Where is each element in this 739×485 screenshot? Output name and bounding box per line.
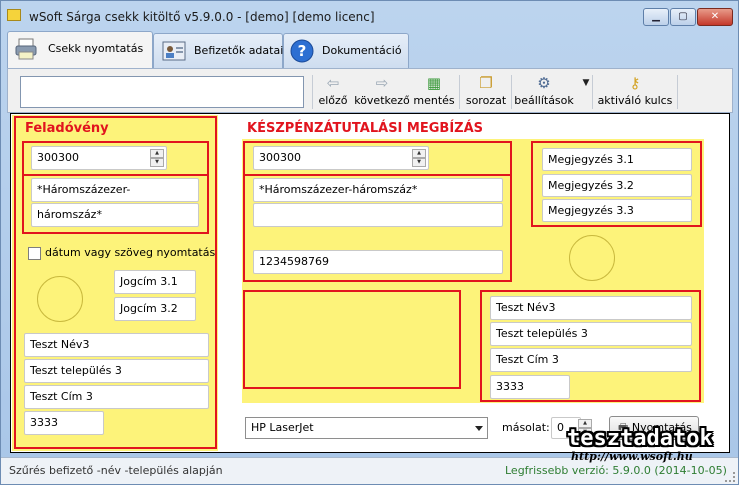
watermark-text: tesztadatok (567, 426, 713, 451)
contact-card-icon (162, 41, 186, 61)
toolbar-separator (312, 75, 313, 109)
printer-select[interactable]: HP LaserJet (245, 417, 488, 439)
tab-label: Befizetők adatai (194, 44, 284, 57)
sender-address-input[interactable]: Teszt Cím 3 (24, 385, 209, 409)
transfer-note-1[interactable]: Megjegyzés 3.1 (542, 148, 692, 171)
transfer-amount-text-line1[interactable]: *Háromszázezer-háromszáz* (253, 178, 503, 202)
search-input[interactable] (20, 76, 304, 108)
app-window: wSoft Sárga csekk kitöltő v5.9.0.0 - [de… (0, 0, 739, 485)
save-icon: ▦ (426, 74, 442, 92)
tab-label: Csekk nyomtatás (48, 42, 144, 55)
activation-key-button[interactable]: ⚷ aktiváló kulcs (595, 71, 675, 111)
sender-name-input[interactable]: Teszt Név3 (24, 333, 209, 357)
tab-befizetok-adatai[interactable]: Befizetők adatai (153, 33, 283, 69)
tab-csekk-nyomtatas[interactable]: Csekk nyomtatás (7, 31, 153, 69)
sender-amount-value: 300300 (37, 151, 79, 164)
tab-dokumentacio[interactable]: ? Dokumentáció (283, 33, 409, 69)
sender-jogcim-2[interactable]: Jogcím 3.2 (114, 297, 196, 321)
watermark-url: http://www.wsoft.hu (571, 450, 693, 463)
prev-label: előző (318, 94, 348, 107)
chevron-down-icon (475, 426, 483, 431)
transfer-note-3[interactable]: Megjegyzés 3.3 (542, 199, 692, 222)
toolbar: ⇦ előző ⇨ következő ▦ mentés ❐ sorozat ⚙… (7, 68, 733, 113)
activation-label: aktiváló kulcs (597, 94, 673, 107)
status-version-text[interactable]: Legfrissebb verzió: 5.9.0.0 (2014-10-05) (505, 464, 727, 477)
toolbar-separator (511, 75, 512, 109)
transfer-amount-value: 300300 (259, 151, 301, 164)
settings-button[interactable]: ⚙ beállítások (513, 71, 575, 111)
svg-text:?: ? (298, 42, 307, 60)
maximize-icon: ▢ (678, 11, 688, 22)
save-label: mentés (413, 94, 455, 107)
sender-amount-text-line2[interactable]: háromszáz* (31, 203, 199, 227)
transfer-name-input[interactable]: Teszt Név3 (490, 296, 692, 320)
key-icon: ⚷ (629, 74, 641, 92)
printer-select-value: HP LaserJet (251, 421, 314, 434)
window-title: wSoft Sárga csekk kitöltő v5.9.0.0 - [de… (29, 10, 375, 24)
stamp-circle (37, 276, 83, 322)
date-print-checkbox[interactable] (28, 247, 41, 260)
transfer-amount-input[interactable]: 300300 ▲ ▼ (253, 146, 429, 170)
sender-heading: Feladóvény (25, 121, 109, 136)
maximize-button[interactable]: ▢ (670, 8, 696, 26)
sender-jogcim-1[interactable]: Jogcím 3.1 (114, 270, 196, 294)
chevron-down-icon: ▼ (582, 78, 590, 88)
toolbar-separator (677, 75, 678, 109)
sender-zip-input[interactable]: 3333 (24, 411, 104, 435)
copy-pages-icon: ❐ (479, 74, 493, 92)
settings-label: beállítások (514, 94, 574, 107)
date-print-label: dátum vagy szöveg nyomtatás (45, 246, 216, 259)
transfer-zip-input[interactable]: 3333 (490, 375, 570, 399)
next-label: következő (354, 94, 410, 107)
transfer-amount-text-line2[interactable] (253, 203, 503, 227)
sender-amount-input[interactable]: 300300 ▲ ▼ (31, 146, 167, 170)
transfer-city-input[interactable]: Teszt település 3 (490, 322, 692, 346)
transfer-note-2[interactable]: Megjegyzés 3.2 (542, 174, 692, 197)
prev-button[interactable]: ⇦ előző (315, 71, 351, 111)
app-icon (7, 9, 21, 21)
check-preview-area: Feladóvény 300300 ▲ ▼ *Háromszázezer- hár… (10, 113, 730, 453)
toolbar-separator (459, 75, 460, 109)
transfer-stamp-circle (569, 235, 615, 281)
transfer-heading: KÉSZPÉNZÁTUTALÁSI MEGBÍZÁS (247, 121, 484, 136)
save-button[interactable]: ▦ mentés (413, 71, 455, 111)
minimize-button[interactable]: ▁ (643, 8, 669, 26)
toolbar-separator (592, 75, 593, 109)
copies-label: másolat: (502, 421, 550, 434)
transfer-account-input[interactable]: 1234598769 (253, 250, 503, 274)
close-icon: ✕ (710, 11, 720, 22)
close-button[interactable]: ✕ (697, 8, 733, 26)
settings-dropdown-button[interactable]: ▼ (575, 71, 590, 111)
settings-icon: ⚙ (537, 74, 551, 92)
series-button[interactable]: ❐ sorozat (463, 71, 509, 111)
transfer-blank-frame (243, 290, 461, 389)
printer-icon (15, 38, 37, 60)
arrow-left-icon: ⇦ (326, 74, 340, 92)
sender-amount-text-line1[interactable]: *Háromszázezer- (31, 178, 199, 202)
sender-city-input[interactable]: Teszt település 3 (24, 359, 209, 383)
minimize-icon: ▁ (652, 11, 660, 22)
transfer-address-input[interactable]: Teszt Cím 3 (490, 348, 692, 372)
series-label: sorozat (465, 94, 507, 107)
tab-label: Dokumentáció (322, 44, 402, 57)
title-bar: wSoft Sárga csekk kitöltő v5.9.0.0 - [de… (1, 1, 738, 31)
copies-value: 0 (557, 421, 564, 434)
transfer-amount-spinner[interactable]: ▲ ▼ (412, 149, 426, 167)
help-icon: ? (290, 39, 314, 63)
resize-grip[interactable] (725, 472, 735, 482)
arrow-right-icon: ⇨ (375, 74, 389, 92)
next-button[interactable]: ⇨ következő (353, 71, 411, 111)
status-filter-text: Szűrés befizető -név -település alapján (9, 464, 223, 477)
sender-amount-spinner[interactable]: ▲ ▼ (150, 149, 164, 167)
